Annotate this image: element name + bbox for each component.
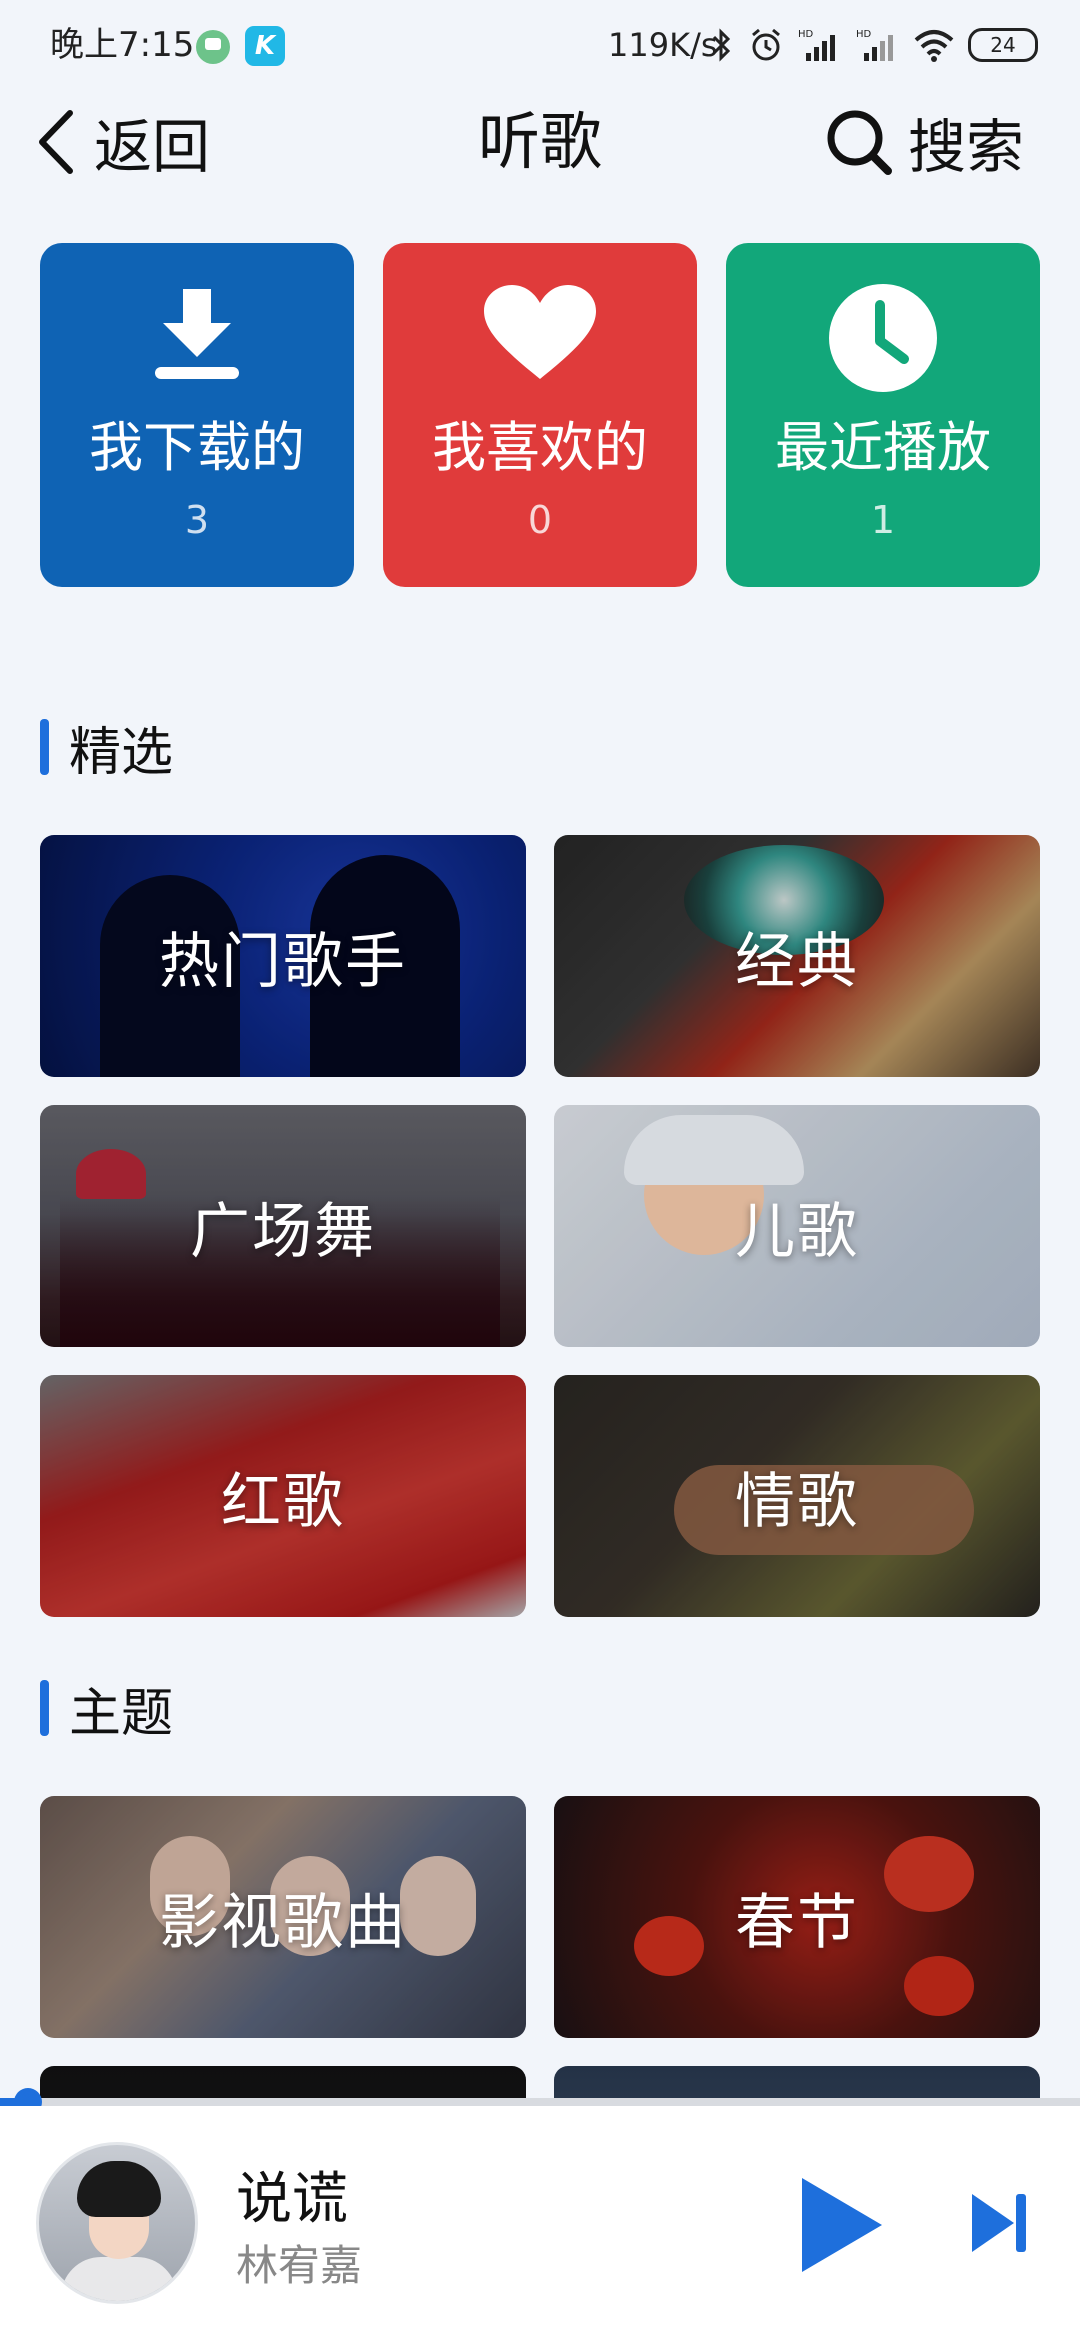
category-card-red-songs[interactable]: 红歌 bbox=[40, 1375, 526, 1617]
recent-count: 1 bbox=[870, 498, 896, 542]
svg-text:HD: HD bbox=[798, 29, 814, 40]
play-icon bbox=[802, 2178, 882, 2272]
app-root: 晚上7:15 K 119K/s HD HD 24 返回 听歌 搜索 我下载的 3… bbox=[0, 0, 1080, 2340]
svg-text:HD: HD bbox=[856, 29, 872, 40]
favorites-count: 0 bbox=[527, 498, 553, 542]
featured-grid: 热门歌手 经典 广场舞 儿歌 红歌 情歌 bbox=[40, 835, 1040, 1617]
category-label: 儿歌 bbox=[735, 1196, 859, 1267]
notification-app-icon bbox=[196, 30, 230, 64]
bluetooth-icon bbox=[712, 28, 731, 62]
notification-k-icon: K bbox=[245, 26, 285, 66]
signal-hd-icon: HD bbox=[798, 29, 835, 61]
category-label: 影视歌曲 bbox=[159, 1887, 407, 1958]
category-card-kids-songs[interactable]: 儿歌 bbox=[554, 1105, 1040, 1347]
heart-icon bbox=[383, 283, 697, 393]
alarm-icon bbox=[752, 28, 780, 61]
next-track-button[interactable] bbox=[968, 2188, 1030, 2258]
signal-hd-2-icon: HD bbox=[856, 29, 893, 61]
quick-access-tiles: 我下载的 3 我喜欢的 0 最近播放 1 bbox=[40, 243, 1040, 587]
category-card-square-dance[interactable]: 广场舞 bbox=[40, 1105, 526, 1347]
play-button[interactable] bbox=[790, 2170, 890, 2280]
category-label: 春节 bbox=[735, 1887, 859, 1958]
favorites-tile[interactable]: 我喜欢的 0 bbox=[383, 243, 697, 587]
favorites-label: 我喜欢的 bbox=[432, 416, 648, 479]
category-card-hot-singers[interactable]: 热门歌手 bbox=[40, 835, 526, 1077]
recent-tile[interactable]: 最近播放 1 bbox=[726, 243, 1040, 587]
category-label: 经典 bbox=[735, 926, 859, 997]
category-card-love-songs[interactable]: 情歌 bbox=[554, 1375, 1040, 1617]
section-accent-bar bbox=[40, 1680, 49, 1736]
theme-heading: 主题 bbox=[40, 1673, 174, 1744]
status-bar: 晚上7:15 K 119K/s HD HD 24 bbox=[0, 0, 1080, 90]
app-header: 返回 听歌 搜索 bbox=[0, 92, 1080, 192]
category-card-spring-festival[interactable]: 春节 bbox=[554, 1796, 1040, 2038]
featured-heading: 精选 bbox=[40, 712, 174, 783]
category-card-film-tv-songs[interactable]: 影视歌曲 bbox=[40, 1796, 526, 2038]
playback-progress-track[interactable] bbox=[0, 2098, 1080, 2106]
category-label: 热门歌手 bbox=[159, 926, 407, 997]
download-icon bbox=[40, 283, 354, 393]
theme-title: 主题 bbox=[69, 1683, 174, 1744]
song-title: 说谎 bbox=[236, 2167, 348, 2232]
featured-title: 精选 bbox=[69, 722, 174, 783]
search-label: 搜索 bbox=[907, 113, 1024, 181]
status-time: 晚上7:15 bbox=[50, 25, 195, 65]
downloads-label: 我下载的 bbox=[89, 416, 305, 479]
search-icon bbox=[827, 110, 892, 175]
search-button[interactable]: 搜索 bbox=[824, 102, 1024, 182]
skip-next-icon bbox=[972, 2194, 1026, 2252]
category-card-classic[interactable]: 经典 bbox=[554, 835, 1040, 1077]
category-label: 情歌 bbox=[735, 1466, 859, 1537]
downloads-count: 3 bbox=[184, 498, 210, 542]
wifi-icon bbox=[914, 30, 954, 62]
status-icons: HD HD 24 bbox=[710, 22, 1038, 68]
song-artist: 林宥嘉 bbox=[236, 2241, 363, 2290]
downloads-tile[interactable]: 我下载的 3 bbox=[40, 243, 354, 587]
mini-player[interactable]: 说谎 林宥嘉 bbox=[0, 2106, 1080, 2340]
section-accent-bar bbox=[40, 719, 49, 775]
network-speed: 119K/s bbox=[608, 26, 718, 64]
category-label: 广场舞 bbox=[190, 1196, 376, 1267]
artist-avatar[interactable] bbox=[36, 2142, 198, 2304]
recent-label: 最近播放 bbox=[775, 416, 991, 479]
category-label: 红歌 bbox=[221, 1466, 345, 1537]
clock-icon bbox=[726, 283, 1040, 393]
battery-indicator: 24 bbox=[968, 28, 1038, 62]
